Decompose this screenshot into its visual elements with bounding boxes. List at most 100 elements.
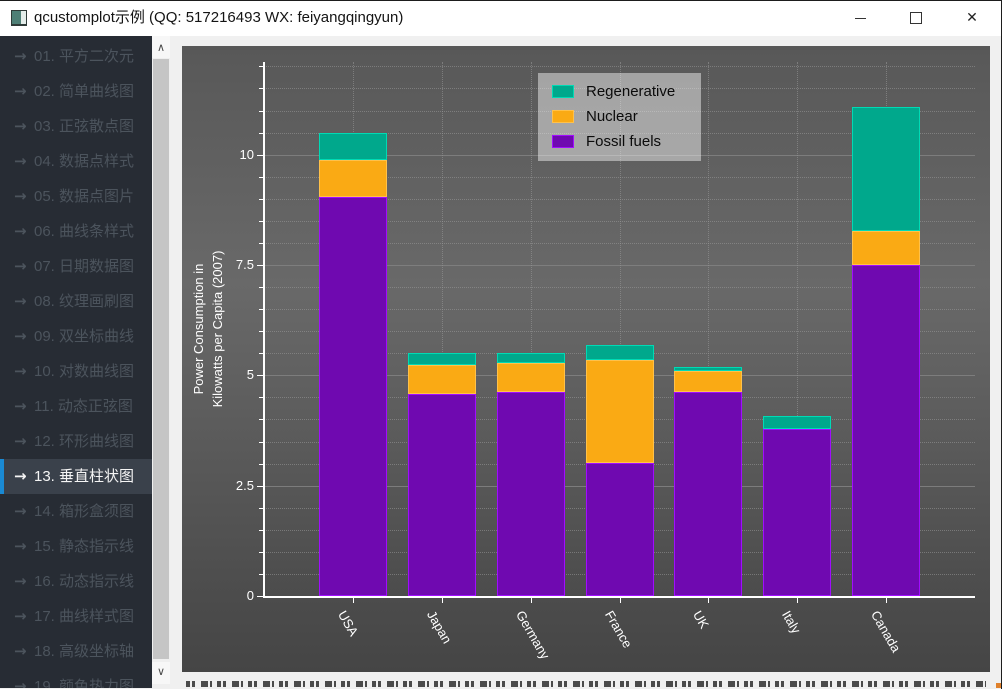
x-tick [531, 598, 532, 603]
titlebar[interactable]: qcustomplot示例 (QQ: 517216493 WX: feiyang… [0, 0, 1002, 36]
sidebar-item-05[interactable]: →05. 数据点图片 [0, 179, 152, 214]
sidebar-item-12[interactable]: →12. 环形曲线图 [0, 424, 152, 459]
maximize-button[interactable] [893, 0, 939, 36]
sidebar-item-label: 02. 简单曲线图 [34, 74, 134, 109]
bar-segment-germany-regenerative [497, 353, 565, 363]
chart-legend: Regenerative Nuclear Fossil fuels [538, 73, 701, 161]
arrow-icon: → [14, 424, 27, 459]
bar-segment-usa-fossil-fuels [319, 197, 387, 596]
arrow-icon: → [14, 284, 27, 319]
sidebar-item-label: 16. 动态指示线 [34, 564, 134, 599]
y-axis-title-line: Power Consumption in [189, 62, 208, 596]
arrow-icon: → [14, 144, 27, 179]
arrow-icon: → [14, 74, 27, 109]
bar-segment-france-regenerative [586, 345, 654, 360]
scrollbar-thumb[interactable] [153, 59, 169, 659]
y-tick [257, 375, 263, 376]
sidebar-item-01[interactable]: →01. 平方二次元 [0, 39, 152, 74]
bottom-right-fragment [996, 683, 1002, 688]
arrow-icon: → [14, 214, 27, 249]
sidebar-item-label: 13. 垂直柱状图 [34, 459, 134, 494]
y-tick [257, 486, 263, 487]
sidebar-item-08[interactable]: →08. 纹理画刷图 [0, 284, 152, 319]
minimize-icon [855, 18, 866, 19]
arrow-icon: → [14, 389, 27, 424]
arrow-icon: → [14, 109, 27, 144]
sidebar-item-label: 12. 环形曲线图 [34, 424, 134, 459]
legend-swatch [552, 110, 574, 123]
scroll-up-button[interactable]: ∧ [152, 36, 170, 58]
y-axis-title: Power Consumption inKilowatts per Capita… [189, 62, 227, 596]
arrow-icon: → [14, 669, 27, 688]
sidebar-item-label: 09. 双坐标曲线 [34, 319, 134, 354]
sidebar-item-03[interactable]: →03. 正弦散点图 [0, 109, 152, 144]
legend-item-regenerative: Regenerative [552, 81, 692, 103]
bar-segment-italy-fossil-fuels [763, 429, 831, 596]
sidebar-item-15[interactable]: →15. 静态指示线 [0, 529, 152, 564]
sidebar-item-label: 14. 箱形盒须图 [34, 494, 134, 529]
bar-segment-japan-fossil-fuels [408, 394, 476, 596]
y-axis-title-line: Kilowatts per Capita (2007) [208, 62, 227, 596]
sidebar-item-label: 10. 对数曲线图 [34, 354, 134, 389]
sidebar-item-02[interactable]: →02. 简单曲线图 [0, 74, 152, 109]
sidebar-item-13[interactable]: →13. 垂直柱状图 [0, 459, 152, 494]
sidebar-item-10[interactable]: →10. 对数曲线图 [0, 354, 152, 389]
y-tick [257, 596, 263, 597]
bar-segment-usa-nuclear [319, 160, 387, 197]
sidebar-item-label: 18. 高级坐标轴 [34, 634, 134, 669]
sidebar-item-14[interactable]: →14. 箱形盒须图 [0, 494, 152, 529]
bar-segment-france-fossil-fuels [586, 463, 654, 596]
x-tick-label: Italy [779, 608, 804, 636]
sidebar-item-label: 03. 正弦散点图 [34, 109, 134, 144]
arrow-icon: → [14, 564, 27, 599]
sidebar-item-17[interactable]: →17. 曲线样式图 [0, 599, 152, 634]
sidebar-item-11[interactable]: →11. 动态正弦图 [0, 389, 152, 424]
x-tick-label: Japan [424, 608, 455, 646]
arrow-icon: → [14, 494, 27, 529]
arrow-icon: → [14, 249, 27, 284]
bar-segment-japan-nuclear [408, 365, 476, 394]
bar-segment-uk-regenerative [674, 367, 742, 371]
sidebar-item-label: 01. 平方二次元 [34, 39, 134, 74]
sidebar-item-07[interactable]: →07. 日期数据图 [0, 249, 152, 284]
sidebar-item-06[interactable]: →06. 曲线条样式 [0, 214, 152, 249]
chart-canvas: 02.557.510USAJapanGermanyFranceUKItalyCa… [182, 46, 990, 672]
legend-label: Nuclear [586, 106, 638, 128]
arrow-icon: → [14, 354, 27, 389]
app-icon [11, 10, 27, 26]
sidebar-item-label: 07. 日期数据图 [34, 249, 134, 284]
bar-segment-japan-regenerative [408, 353, 476, 365]
arrow-icon: → [14, 529, 27, 564]
window-title: qcustomplot示例 (QQ: 517216493 WX: feiyang… [34, 0, 403, 36]
minimize-button[interactable] [837, 0, 883, 36]
arrow-icon: → [14, 634, 27, 669]
sidebar-item-label: 19. 颜色热力图 [34, 669, 134, 688]
x-axis-line [263, 596, 975, 598]
sidebar-item-18[interactable]: →18. 高级坐标轴 [0, 634, 152, 669]
arrow-icon: → [14, 459, 27, 494]
legend-item-nuclear: Nuclear [552, 106, 692, 128]
sidebar-item-16[interactable]: →16. 动态指示线 [0, 564, 152, 599]
sidebar-item-09[interactable]: →09. 双坐标曲线 [0, 319, 152, 354]
x-tick-label: France [602, 608, 635, 651]
scroll-down-button[interactable]: ∨ [152, 662, 170, 684]
close-button[interactable]: ✕ [949, 0, 995, 36]
sidebar-item-label: 08. 纹理画刷图 [34, 284, 134, 319]
x-tick [708, 598, 709, 603]
legend-label: Fossil fuels [586, 131, 661, 153]
x-tick-label: Germany [513, 608, 553, 662]
bar-segment-france-nuclear [586, 360, 654, 463]
sidebar-item-label: 04. 数据点样式 [34, 144, 134, 179]
bar-segment-canada-nuclear [852, 231, 920, 265]
sidebar-item-04[interactable]: →04. 数据点样式 [0, 144, 152, 179]
sidebar-item-19[interactable]: → 19. 颜色热力图 [0, 669, 152, 688]
bar-segment-uk-fossil-fuels [674, 392, 742, 596]
bar-segment-germany-nuclear [497, 363, 565, 392]
sidebar-scrollbar[interactable]: ∧ ∨ [152, 36, 170, 688]
legend-label: Regenerative [586, 81, 675, 103]
x-tick-label: UK [690, 608, 712, 631]
bar-segment-canada-regenerative [852, 107, 920, 231]
arrow-icon: → [14, 319, 27, 354]
legend-item-fossil-fuels: Fossil fuels [552, 131, 692, 153]
arrow-icon: → [14, 599, 27, 634]
